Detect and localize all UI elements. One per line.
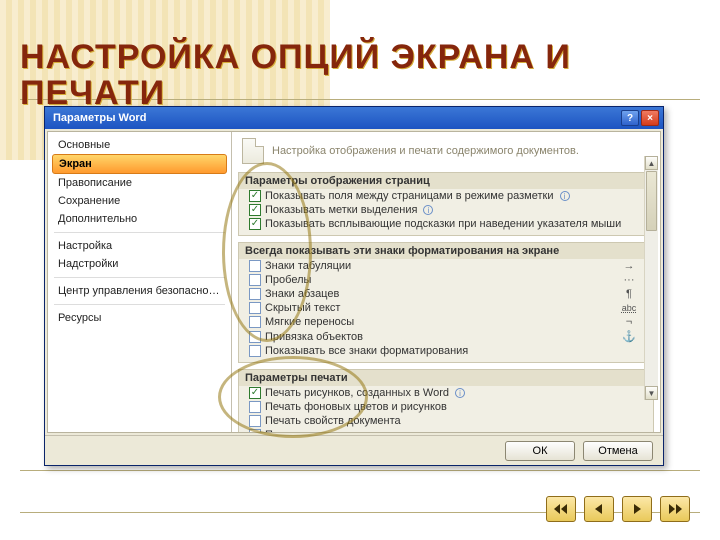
sidebar-separator (54, 304, 225, 305)
scroll-thumb[interactable] (646, 171, 657, 231)
checkbox-icon[interactable] (249, 316, 261, 328)
checkbox-icon[interactable]: ✓ (249, 387, 261, 399)
option-label: Знаки табуляции (265, 260, 351, 272)
group-page-display: Параметры отображения страниц ✓ Показыва… (238, 172, 654, 236)
formatting-mark: ⚓ (621, 330, 637, 343)
divider (20, 470, 700, 471)
option-label: Показывать всплывающие подсказки при нав… (265, 218, 621, 230)
nav-prev-button[interactable] (584, 496, 614, 522)
dialog-title: Параметры Word (53, 112, 146, 124)
option-row[interactable]: Печать свойств документа (239, 414, 653, 428)
main-panel: Настройка отображения и печати содержимо… (232, 132, 660, 432)
sidebar-item-main[interactable]: Основные (48, 136, 231, 154)
sidebar-item-customize[interactable]: Настройка (48, 237, 231, 255)
option-label: Привязка объектов (265, 331, 363, 343)
main-header: Настройка отображения и печати содержимо… (232, 132, 660, 170)
option-label: Печать скрытого текста (265, 429, 385, 432)
sidebar-item-advanced[interactable]: Дополнительно (48, 210, 231, 228)
sidebar: Основные Экран Правописание Сохранение Д… (48, 132, 232, 432)
scroll-up-icon[interactable]: ▲ (645, 156, 658, 170)
info-icon[interactable]: i (423, 205, 433, 215)
sidebar-item-proofing[interactable]: Правописание (48, 174, 231, 192)
sidebar-separator (54, 232, 225, 233)
cancel-button[interactable]: Отмена (583, 441, 653, 461)
checkbox-icon[interactable] (249, 260, 261, 272)
checkbox-icon[interactable]: ✓ (249, 218, 261, 230)
option-row[interactable]: ✓ Печать рисунков, созданных в Word i (239, 386, 653, 400)
option-row[interactable]: Знаки табуляции → (239, 259, 653, 273)
ok-button[interactable]: ОК (505, 441, 575, 461)
group-title: Параметры печати (239, 370, 653, 386)
close-icon[interactable]: × (641, 110, 659, 126)
nav-last-button[interactable] (660, 496, 690, 522)
option-row[interactable]: Мягкие переносы ¬ (239, 315, 653, 329)
checkbox-icon[interactable] (249, 345, 261, 357)
sidebar-separator (54, 277, 225, 278)
option-row[interactable]: Печать скрытого текста (239, 428, 653, 432)
main-description: Настройка отображения и печати содержимо… (272, 145, 579, 157)
dialog-footer: ОК Отмена (45, 435, 663, 465)
formatting-mark: ··· (621, 274, 637, 286)
checkbox-icon[interactable] (249, 401, 261, 413)
formatting-mark: ¶ (621, 288, 637, 300)
checkbox-icon[interactable]: ✓ (249, 204, 261, 216)
info-icon[interactable]: i (560, 191, 570, 201)
sidebar-item-trust[interactable]: Центр управления безопасностью (48, 282, 231, 300)
slide-nav (546, 496, 690, 522)
scrollbar[interactable]: ▲ ▼ (644, 156, 658, 400)
option-row[interactable]: Пробелы ··· (239, 273, 653, 287)
word-options-dialog: Параметры Word ? × Основные Экран Правоп… (44, 106, 664, 466)
option-label: Показывать метки выделения (265, 204, 417, 216)
info-icon[interactable]: i (455, 388, 465, 398)
option-row[interactable]: Знаки абзацев ¶ (239, 287, 653, 301)
option-row[interactable]: ✓ Показывать поля между страницами в реж… (239, 189, 653, 203)
checkbox-icon[interactable]: ✓ (249, 190, 261, 202)
group-title: Всегда показывать эти знаки форматирован… (239, 243, 653, 259)
group-print-options: Параметры печати ✓ Печать рисунков, созда… (238, 369, 654, 432)
option-label: Скрытый текст (265, 302, 340, 314)
formatting-mark: ¬ (621, 316, 637, 328)
slide-title: НАСТРОЙКА ОПЦИЙ ЭКРАНА И ПЕЧАТИ (20, 40, 700, 111)
option-label: Печать рисунков, созданных в Word (265, 387, 449, 399)
option-label: Пробелы (265, 274, 311, 286)
formatting-mark: → (621, 260, 637, 272)
option-label: Печать свойств документа (265, 415, 401, 427)
help-icon[interactable]: ? (621, 110, 639, 126)
checkbox-icon[interactable] (249, 415, 261, 427)
option-label: Показывать все знаки форматирования (265, 345, 468, 357)
sidebar-item-save[interactable]: Сохранение (48, 192, 231, 210)
option-label: Печать фоновых цветов и рисунков (265, 401, 447, 413)
checkbox-icon[interactable] (249, 288, 261, 300)
sidebar-item-addins[interactable]: Надстройки (48, 255, 231, 273)
group-title: Параметры отображения страниц (239, 173, 653, 189)
option-row[interactable]: ✓ Показывать всплывающие подсказки при н… (239, 217, 653, 231)
option-row[interactable]: Привязка объектов ⚓ (239, 329, 653, 344)
checkbox-icon[interactable] (249, 429, 261, 432)
sidebar-item-resources[interactable]: Ресурсы (48, 309, 231, 327)
option-label: Знаки абзацев (265, 288, 339, 300)
nav-first-button[interactable] (546, 496, 576, 522)
scroll-down-icon[interactable]: ▼ (645, 386, 658, 400)
group-formatting-marks: Всегда показывать эти знаки форматирован… (238, 242, 654, 363)
doc-icon (242, 138, 264, 164)
option-label: Показывать поля между страницами в режим… (265, 190, 554, 202)
checkbox-icon[interactable] (249, 302, 261, 314)
option-row[interactable]: Печать фоновых цветов и рисунков (239, 400, 653, 414)
sidebar-item-display[interactable]: Экран (52, 154, 227, 174)
option-row[interactable]: Показывать все знаки форматирования (239, 344, 653, 358)
titlebar: Параметры Word ? × (45, 107, 663, 129)
nav-next-button[interactable] (622, 496, 652, 522)
option-label: Мягкие переносы (265, 316, 354, 328)
scroll-track[interactable] (645, 232, 658, 386)
option-row[interactable]: ✓ Показывать метки выделения i (239, 203, 653, 217)
option-row[interactable]: Скрытый текст abc (239, 301, 653, 315)
formatting-mark: abc (621, 303, 637, 313)
checkbox-icon[interactable] (249, 274, 261, 286)
checkbox-icon[interactable] (249, 331, 261, 343)
